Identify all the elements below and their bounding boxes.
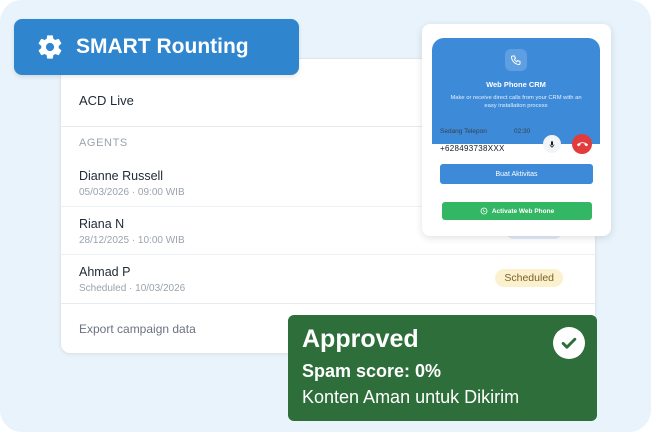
create-activity-button[interactable]: Buat Aktivitas bbox=[440, 164, 593, 184]
background-canvas: ACD Live AGENTS Dianne Russell 05/03/202… bbox=[0, 0, 651, 432]
call-status-label: Sedang Telepon bbox=[440, 128, 487, 135]
status-badge: Scheduled bbox=[495, 269, 563, 287]
activate-web-phone-label: Activate Web Phone bbox=[491, 207, 555, 215]
agent-detail: Scheduled · 10/03/2026 bbox=[79, 283, 186, 294]
call-timer: 02:30 bbox=[514, 128, 531, 135]
web-phone-title: Web Phone CRM bbox=[486, 80, 546, 89]
agent-name: Ahmad P bbox=[79, 265, 131, 279]
call-phone-number: +628493738XXX bbox=[440, 144, 505, 153]
approval-title: Approved bbox=[302, 325, 419, 353]
check-icon bbox=[553, 327, 585, 359]
spam-score: Spam score: 0% bbox=[302, 361, 442, 381]
hangup-icon[interactable] bbox=[572, 134, 592, 154]
web-phone-description: Make or receive direct calls from your C… bbox=[450, 95, 582, 109]
agent-name: Riana N bbox=[79, 217, 125, 231]
phone-icon bbox=[505, 49, 527, 71]
content-safe-text: Konten Aman untuk Dikirim bbox=[302, 387, 520, 407]
agent-detail: 05/03/2026 · 09:00 WIB bbox=[79, 187, 185, 198]
active-call-row: Sedang Telepon 02:30 +628493738XXX bbox=[440, 128, 595, 160]
approval-card: Approved Spam score: 0% Konten Aman untu… bbox=[288, 315, 597, 421]
agent-name: Dianne Russell bbox=[79, 169, 164, 183]
microphone-icon[interactable] bbox=[543, 135, 561, 153]
card-title: ACD Live bbox=[79, 93, 134, 108]
whatsapp-icon bbox=[480, 207, 488, 215]
gear-icon bbox=[38, 35, 62, 59]
agent-row[interactable]: Ahmad P Scheduled · 10/03/2026 Scheduled bbox=[61, 255, 595, 303]
agent-detail: 28/12/2025 · 10:00 WIB bbox=[79, 235, 185, 246]
smart-routing-label: SMART Rounting bbox=[76, 35, 249, 58]
smart-routing-banner: SMART Rounting bbox=[14, 19, 299, 75]
activate-web-phone-button[interactable]: Activate Web Phone bbox=[442, 202, 592, 220]
web-phone-widget: Web Phone CRM Make or receive direct cal… bbox=[422, 24, 611, 236]
